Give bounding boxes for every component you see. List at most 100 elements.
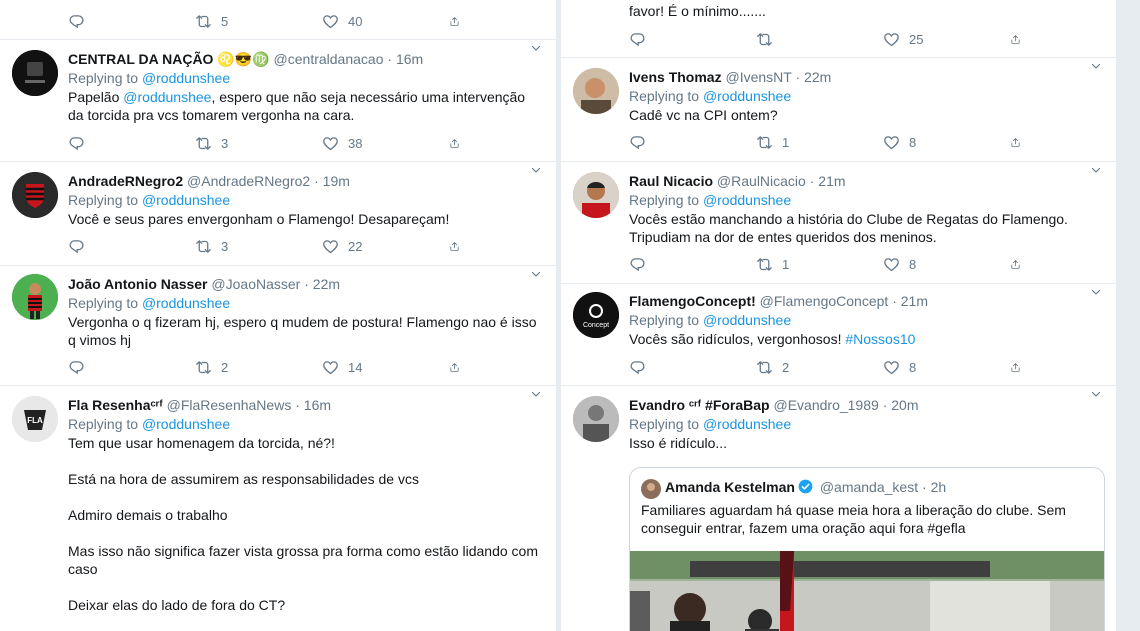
avatar[interactable] <box>12 274 58 320</box>
replying-to-link[interactable]: @roddunshee <box>703 192 791 208</box>
retweet-button[interactable]: 1 <box>756 256 883 273</box>
tweet[interactable]: João Antonio Nasser @JoaoNasser · 22m Re… <box>0 266 556 386</box>
quoted-author-name[interactable]: Amanda Kestelman <box>665 479 795 495</box>
reply-button[interactable] <box>68 13 195 30</box>
retweet-button[interactable]: 2 <box>195 359 322 376</box>
chevron-down-icon[interactable] <box>530 268 542 280</box>
author-handle[interactable]: @centraldanacao <box>274 51 384 67</box>
timestamp[interactable]: 21m <box>818 173 845 189</box>
author-handle[interactable]: @FlaResenhaNews <box>167 397 292 413</box>
timestamp[interactable]: 22m <box>313 276 340 292</box>
reply-button[interactable] <box>68 238 195 255</box>
replying-to-link[interactable]: @roddunshee <box>703 88 791 104</box>
chevron-down-icon[interactable] <box>1090 286 1102 298</box>
author-name[interactable]: Fla Resenhaᶜʳᶠ <box>68 397 163 413</box>
avatar[interactable] <box>573 172 619 218</box>
retweet-button[interactable] <box>756 31 883 48</box>
chevron-down-icon[interactable] <box>1090 164 1102 176</box>
author-handle[interactable]: @AndradeRNegro2 <box>187 173 310 189</box>
hashtag-link[interactable]: #Nossos10 <box>845 331 915 347</box>
reply-button[interactable] <box>629 134 756 151</box>
like-count: 40 <box>348 13 363 29</box>
retweet-button[interactable]: 1 <box>756 134 883 151</box>
author-name[interactable]: AndradeRNegro2 <box>68 173 183 189</box>
reply-button[interactable] <box>68 359 195 376</box>
tweet[interactable]: AndradeRNegro2 @AndradeRNegro2 · 19m Rep… <box>0 162 556 266</box>
like-button[interactable]: 38 <box>322 135 449 152</box>
timestamp[interactable]: 22m <box>804 69 831 85</box>
quoted-avatar[interactable] <box>641 479 661 499</box>
avatar[interactable] <box>573 68 619 114</box>
hashtag-link[interactable]: #gefla <box>927 520 965 536</box>
tweet[interactable]: Ivens Thomaz @IvensNT · 22m Replying to … <box>561 58 1116 162</box>
author-name[interactable]: CENTRAL DA NAÇÃO ♌😎♍ <box>68 51 270 67</box>
retweet-button[interactable]: 2 <box>756 359 883 376</box>
retweet-button[interactable]: 5 <box>195 13 322 30</box>
chevron-down-icon[interactable] <box>1090 388 1102 400</box>
avatar[interactable] <box>12 172 58 218</box>
avatar[interactable] <box>12 50 58 96</box>
tweet[interactable]: Concept FlamengoConcept! @FlamengoConcep… <box>561 284 1116 386</box>
like-button[interactable]: 40 <box>322 13 449 30</box>
tweet[interactable]: FLA Fla Resenhaᶜʳᶠ @FlaResenhaNews · 16m… <box>0 386 556 631</box>
like-button[interactable]: 25 <box>883 31 1010 48</box>
tweet[interactable]: Raul Nicacio @RaulNicacio · 21m Replying… <box>561 162 1116 284</box>
author-name[interactable]: Evandro ᶜʳᶠ #ForaBap <box>629 397 770 413</box>
chevron-down-icon[interactable] <box>530 164 542 176</box>
tweet[interactable]: CENTRAL DA NAÇÃO ♌😎♍ @centraldanacao · 1… <box>0 40 556 162</box>
replying-to-link[interactable]: @roddunshee <box>142 416 230 432</box>
like-button[interactable]: 8 <box>883 359 1010 376</box>
share-button[interactable] <box>449 359 469 376</box>
reply-button[interactable] <box>629 359 756 376</box>
chevron-down-icon[interactable] <box>530 42 542 54</box>
author-name[interactable]: Ivens Thomaz <box>629 69 722 85</box>
author-handle[interactable]: @JoaoNasser <box>211 276 300 292</box>
timestamp[interactable]: 20m <box>891 397 918 413</box>
like-button[interactable]: 8 <box>883 134 1010 151</box>
replying-to-link[interactable]: @roddunshee <box>142 192 230 208</box>
quoted-tweet[interactable]: Amanda Kestelman @amanda_kest · 2h Famil… <box>629 467 1105 631</box>
replying-to: Replying to @roddunshee <box>629 87 1104 106</box>
share-button[interactable] <box>1010 134 1030 151</box>
share-button[interactable] <box>449 13 469 30</box>
share-button[interactable] <box>1010 359 1030 376</box>
share-button[interactable] <box>1010 31 1030 48</box>
author-handle[interactable]: @FlamengoConcept <box>760 293 889 309</box>
like-button[interactable]: 8 <box>883 256 1010 273</box>
replying-to-link[interactable]: @roddunshee <box>703 416 791 432</box>
author-name[interactable]: FlamengoConcept! <box>629 293 756 309</box>
share-button[interactable] <box>449 238 469 255</box>
retweet-button[interactable]: 3 <box>195 135 322 152</box>
retweet-button[interactable]: 3 <box>195 238 322 255</box>
replying-to-link[interactable]: @roddunshee <box>142 70 230 86</box>
tweet[interactable]: Evandro ᶜʳᶠ #ForaBap @Evandro_1989 · 20m… <box>561 386 1116 631</box>
chevron-down-icon[interactable] <box>530 388 542 400</box>
share-button[interactable] <box>1010 256 1030 273</box>
quoted-photo[interactable] <box>630 551 1105 631</box>
timestamp[interactable]: 19m <box>323 173 350 189</box>
replying-to-link[interactable]: @roddunshee <box>703 312 791 328</box>
reply-button[interactable] <box>629 256 756 273</box>
chevron-down-icon[interactable] <box>1090 60 1102 72</box>
author-handle[interactable]: @Evandro_1989 <box>774 397 879 413</box>
replying-to-link[interactable]: @roddunshee <box>142 295 230 311</box>
mention-link[interactable]: @roddunshee <box>123 89 211 105</box>
quoted-timestamp[interactable]: 2h <box>931 479 947 495</box>
avatar[interactable]: FLA <box>12 396 58 442</box>
timestamp[interactable]: 16m <box>396 51 423 67</box>
timestamp[interactable]: 16m <box>304 397 331 413</box>
like-button[interactable]: 22 <box>322 238 449 255</box>
author-name[interactable]: Raul Nicacio <box>629 173 713 189</box>
author-name[interactable]: João Antonio Nasser <box>68 276 208 292</box>
quoted-author-handle[interactable]: @amanda_kest <box>820 479 918 495</box>
author-handle[interactable]: @RaulNicacio <box>717 173 806 189</box>
tweet-text: Isso é ridículo... <box>629 435 728 451</box>
share-button[interactable] <box>449 135 469 152</box>
avatar[interactable] <box>573 396 619 442</box>
like-button[interactable]: 14 <box>322 359 449 376</box>
avatar[interactable]: Concept <box>573 292 619 338</box>
reply-button[interactable] <box>68 135 195 152</box>
timestamp[interactable]: 21m <box>901 293 928 309</box>
reply-button[interactable] <box>629 31 756 48</box>
author-handle[interactable]: @IvensNT <box>725 69 791 85</box>
